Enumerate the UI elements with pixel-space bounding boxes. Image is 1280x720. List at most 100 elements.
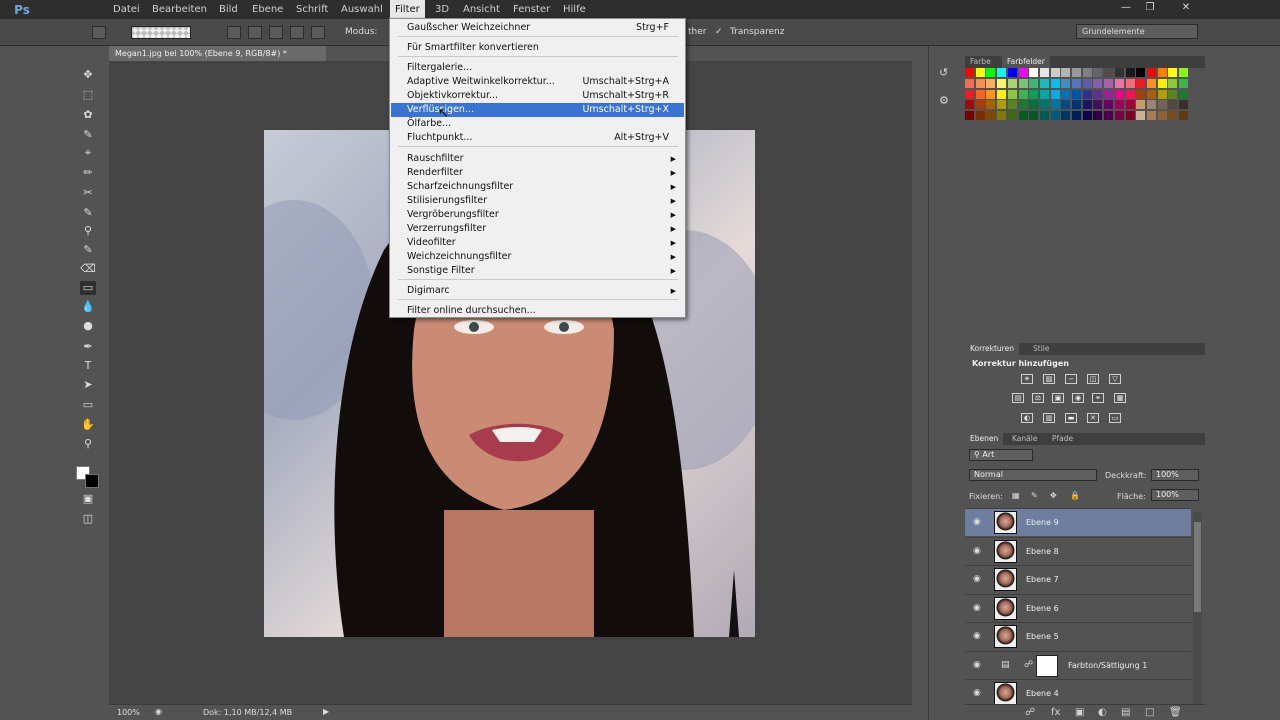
- filter-menu-item[interactable]: Stilisierungsfilter ▶: [391, 194, 684, 208]
- color-swatch[interactable]: [1029, 68, 1039, 77]
- delete-layer-icon[interactable]: 🗑: [1169, 707, 1182, 718]
- filter-menu-item[interactable]: Verzerrungsfilter ▶: [391, 222, 684, 236]
- layer-row[interactable]: ◉ Ebene 8: [965, 537, 1191, 565]
- color-swatch[interactable]: [1007, 78, 1017, 88]
- color-swatch[interactable]: [1072, 89, 1081, 99]
- color-swatch[interactable]: [1168, 89, 1178, 99]
- threshold-icon[interactable]: ▬: [1065, 413, 1077, 423]
- color-swatch[interactable]: [1179, 100, 1188, 110]
- color-swatch[interactable]: [975, 89, 985, 99]
- layer-thumbnail[interactable]: [994, 511, 1017, 534]
- status-arrow-icon[interactable]: ▶: [323, 707, 329, 716]
- color-swatch[interactable]: [1082, 68, 1092, 77]
- path-select-icon[interactable]: ➤: [80, 378, 96, 392]
- color-swatch[interactable]: [1157, 78, 1167, 88]
- color-swatch[interactable]: [1136, 78, 1146, 88]
- menu-ebene[interactable]: Ebene: [247, 0, 288, 19]
- color-swatch[interactable]: [1072, 100, 1081, 110]
- color-swatch[interactable]: [1082, 89, 1092, 99]
- color-lookup-icon[interactable]: ▦: [1114, 393, 1126, 403]
- color-swatch[interactable]: [1018, 68, 1028, 77]
- brush-tool-icon[interactable]: ✎: [80, 206, 96, 220]
- color-swatch[interactable]: [997, 89, 1007, 99]
- color-swatch[interactable]: [1146, 68, 1156, 77]
- posterize-icon[interactable]: ▥: [1043, 413, 1055, 423]
- tab-farbe[interactable]: Farbe: [965, 56, 996, 68]
- color-swatch[interactable]: [965, 78, 974, 88]
- color-swatch[interactable]: [965, 100, 974, 110]
- tool-preset-icon[interactable]: [92, 26, 106, 39]
- color-swatch[interactable]: [1050, 100, 1060, 110]
- lock-brush-icon[interactable]: ✎: [1031, 491, 1038, 500]
- filter-menu-item[interactable]: Scharfzeichnungsfilter ▶: [391, 180, 684, 194]
- layer-thumbnail[interactable]: [994, 597, 1017, 620]
- visibility-eye-icon[interactable]: ◉: [973, 688, 981, 698]
- color-swatch[interactable]: [1050, 111, 1060, 121]
- color-swatch[interactable]: [1029, 111, 1039, 121]
- link-layers-icon[interactable]: ☍: [1025, 707, 1035, 718]
- lock-pixels-icon[interactable]: ▦: [1012, 491, 1020, 500]
- crop-tool-icon[interactable]: ⌖: [80, 146, 96, 160]
- visibility-eye-icon[interactable]: ◉: [973, 574, 981, 584]
- color-swatch[interactable]: [1018, 111, 1028, 121]
- menu-schrift[interactable]: Schrift: [291, 0, 333, 19]
- quick-select-icon[interactable]: ✎: [80, 128, 96, 142]
- layer-row[interactable]: ◉ Ebene 9: [965, 508, 1191, 536]
- status-icon[interactable]: ◉: [155, 707, 162, 716]
- color-swatch[interactable]: [1168, 111, 1178, 121]
- color-swatch[interactable]: [1082, 78, 1092, 88]
- zoom-tool-icon[interactable]: ⚲: [80, 437, 96, 451]
- color-swatch[interactable]: [1007, 111, 1017, 121]
- photo-filter-icon[interactable]: ◉: [1072, 393, 1084, 403]
- history-brush-icon[interactable]: ✎: [80, 243, 96, 257]
- color-swatch[interactable]: [1072, 111, 1081, 121]
- selective-color-icon[interactable]: ✕: [1087, 413, 1099, 423]
- gradient-map-icon[interactable]: ▭: [1109, 413, 1121, 423]
- color-swatch[interactable]: [1039, 89, 1049, 99]
- color-swatch[interactable]: [1082, 111, 1092, 121]
- color-swatch[interactable]: [1168, 78, 1178, 88]
- color-swatch[interactable]: [1018, 89, 1028, 99]
- color-swatch[interactable]: [1018, 78, 1028, 88]
- color-swatch[interactable]: [1050, 68, 1060, 77]
- fx-icon[interactable]: fx: [1051, 707, 1060, 718]
- color-swatch[interactable]: [1061, 89, 1071, 99]
- color-swatch[interactable]: [975, 68, 985, 77]
- filter-menu-item[interactable]: Gaußscher Weichzeichner Strg+F: [391, 21, 684, 35]
- color-swatch[interactable]: [1029, 89, 1039, 99]
- lock-move-icon[interactable]: ✥: [1050, 491, 1057, 500]
- vibrance-icon[interactable]: ▽: [1109, 374, 1121, 384]
- filter-menu-item[interactable]: Ölfarbe...: [391, 117, 684, 131]
- color-swatch[interactable]: [997, 78, 1007, 88]
- new-layer-icon[interactable]: □: [1145, 707, 1154, 718]
- background-color[interactable]: [85, 474, 99, 488]
- color-swatch[interactable]: [1104, 111, 1114, 121]
- layers-scrollbar[interactable]: [1193, 512, 1202, 704]
- gradient-tool-icon[interactable]: ▭: [80, 281, 96, 295]
- filter-menu-item[interactable]: Digimarc ▶: [391, 284, 684, 298]
- visibility-eye-icon[interactable]: ◉: [973, 546, 981, 556]
- color-swatch[interactable]: [1039, 78, 1049, 88]
- swatches-grid[interactable]: [965, 68, 1190, 122]
- color-swatch[interactable]: [965, 68, 974, 77]
- color-swatch[interactable]: [1125, 78, 1135, 88]
- exposure-icon[interactable]: ◫: [1087, 374, 1099, 384]
- color-swatch[interactable]: [997, 100, 1007, 110]
- color-swatch[interactable]: [1114, 111, 1124, 121]
- tab-stile[interactable]: Stile: [1028, 343, 1054, 355]
- layer-thumbnail[interactable]: [994, 625, 1017, 648]
- color-swatch[interactable]: [1157, 100, 1167, 110]
- layer-row[interactable]: ◉ Ebene 7: [965, 565, 1191, 593]
- visibility-eye-icon[interactable]: ◉: [973, 631, 981, 641]
- color-swatch[interactable]: [1061, 100, 1071, 110]
- filter-menu-item[interactable]: Verflüssigen... Umschalt+Strg+X: [391, 103, 684, 117]
- filter-menu-item[interactable]: Renderfilter ▶: [391, 166, 684, 180]
- fill-input[interactable]: 100%: [1151, 489, 1199, 501]
- maximize-icon[interactable]: ❐: [1140, 2, 1160, 14]
- dodge-tool-icon[interactable]: ●: [80, 319, 96, 333]
- color-swatch[interactable]: [1104, 78, 1114, 88]
- gradient-picker[interactable]: [131, 26, 191, 39]
- layers-scroll-thumb[interactable]: [1194, 522, 1201, 612]
- healing-brush-icon[interactable]: ✂: [80, 186, 96, 200]
- color-swatch[interactable]: [1093, 89, 1103, 99]
